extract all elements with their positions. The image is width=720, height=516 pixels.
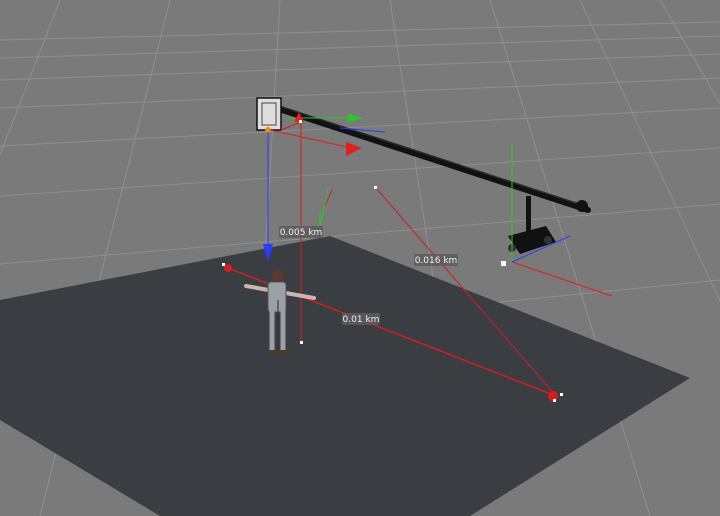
measure-handle[interactable] — [300, 341, 303, 344]
floor-distance-measure-text: 0.01 km — [343, 315, 380, 325]
crane-wheel — [544, 236, 552, 244]
height-measure-text: 0.005 km — [280, 228, 323, 238]
crane-distance-measure-label: 0.016 km — [414, 254, 458, 266]
character-torso — [267, 281, 287, 313]
character-feet — [268, 350, 288, 354]
measure-handle[interactable] — [560, 393, 563, 396]
gizmo-origin[interactable] — [501, 261, 506, 266]
viewport-scene[interactable]: 0.005 km 0.016 km 0.01 km — [0, 0, 720, 516]
height-measure-label: 0.005 km — [279, 226, 323, 238]
floor-distance-measure-label: 0.01 km — [342, 313, 380, 325]
measure-handle[interactable] — [553, 399, 556, 402]
crane-tower — [526, 196, 531, 234]
measure-handle[interactable] — [222, 263, 225, 266]
character-head — [272, 270, 284, 282]
crane-counterweight[interactable] — [576, 200, 588, 212]
measure-handle[interactable] — [374, 186, 377, 189]
3d-viewport[interactable]: 0.005 km 0.016 km 0.01 km — [0, 0, 720, 516]
measure-handle[interactable] — [299, 120, 302, 123]
measure-point-start[interactable] — [224, 264, 232, 272]
crane-distance-measure-text: 0.016 km — [415, 256, 458, 266]
